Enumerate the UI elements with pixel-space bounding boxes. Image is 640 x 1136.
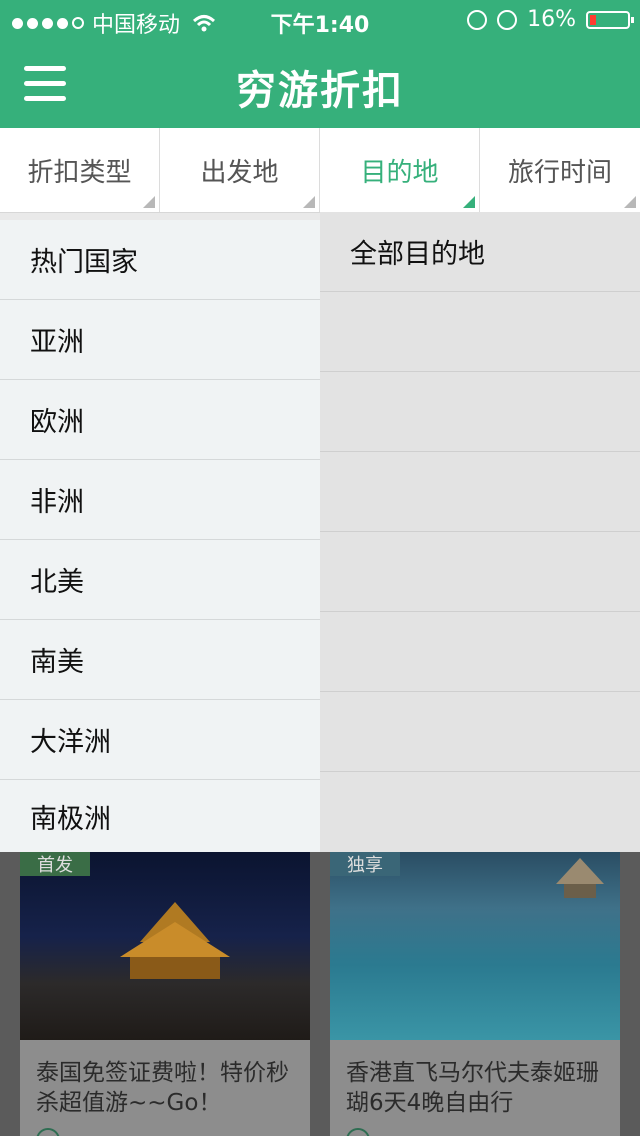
corner-triangle-icon (624, 196, 636, 208)
region-item-south-america[interactable]: 南美 (0, 620, 320, 700)
region-list: 热门国家 亚洲 欧洲 非洲 北美 南美 大洋洲 南极洲 (0, 220, 320, 852)
page-title: 穷游折扣 (236, 68, 404, 114)
region-label: 热门国家 (30, 247, 138, 278)
hut-illustration (556, 858, 604, 898)
region-label: 欧洲 (30, 407, 84, 438)
status-bar: 中国移动 下午1:40 16% (0, 0, 640, 40)
filter-bar: 折扣类型 出发地 目的地 旅行时间 (0, 128, 640, 213)
filter-tab-label: 折扣类型 (27, 157, 132, 188)
destination-dropdown: 热门国家 亚洲 欧洲 非洲 北美 南美 大洋洲 南极洲 全部目的地 (0, 212, 640, 852)
destination-label: 全部目的地 (350, 239, 485, 270)
deal-photo-temple (20, 852, 310, 1040)
deal-badge: 独享 (330, 852, 400, 876)
filter-tab-departure[interactable]: 出发地 (160, 128, 320, 212)
deal-list: 首发 泰国免签证费啦！特价秒杀超值游~~Go！ 独享 香港直飞马尔代夫泰姬珊瑚6… (0, 852, 640, 1136)
region-label: 非洲 (30, 487, 84, 518)
destination-item-empty (320, 692, 640, 772)
region-item-asia[interactable]: 亚洲 (0, 300, 320, 380)
region-label: 大洋洲 (30, 727, 111, 758)
corner-triangle-icon (303, 196, 315, 208)
destination-list: 全部目的地 (320, 212, 640, 852)
filter-tab-discount-type[interactable]: 折扣类型 (0, 128, 160, 212)
region-label: 南极洲 (30, 803, 111, 835)
destination-item-empty (320, 372, 640, 452)
region-label: 亚洲 (30, 327, 84, 358)
destination-item-all[interactable]: 全部目的地 (320, 212, 640, 292)
region-item-popular[interactable]: 热门国家 (0, 220, 320, 300)
corner-triangle-icon (143, 196, 155, 208)
rotation-lock-icon (467, 9, 488, 30)
filter-tab-label: 出发地 (200, 157, 279, 188)
region-item-europe[interactable]: 欧洲 (0, 380, 320, 460)
corner-triangle-icon (463, 196, 475, 208)
temple-illustration (120, 902, 230, 979)
deal-caption: 香港直飞马尔代夫泰姬珊瑚6天4晚自由行 (346, 1060, 599, 1116)
deal-badge: 首发 (20, 852, 90, 876)
destination-item-empty (320, 292, 640, 372)
destination-item-empty (320, 612, 640, 692)
filter-tab-label: 目的地 (360, 157, 439, 188)
destination-item-empty (320, 532, 640, 612)
region-item-north-america[interactable]: 北美 (0, 540, 320, 620)
region-item-oceania[interactable]: 大洋洲 (0, 700, 320, 780)
deal-meta-icon (346, 1128, 370, 1136)
deal-caption: 泰国免签证费啦！特价秒杀超值游~~Go！ (36, 1060, 289, 1116)
deal-meta-icon (36, 1128, 60, 1136)
deal-card[interactable]: 首发 泰国免签证费啦！特价秒杀超值游~~Go！ (20, 852, 310, 1136)
region-label: 北美 (30, 567, 84, 598)
battery-percent: 16% (527, 7, 576, 32)
deal-photo-sea (330, 852, 620, 1040)
filter-tab-label: 旅行时间 (507, 157, 612, 188)
battery-icon (586, 10, 634, 29)
region-item-antarctica[interactable]: 南极洲 (0, 780, 320, 852)
filter-tab-travel-time[interactable]: 旅行时间 (480, 128, 640, 212)
alarm-icon (497, 9, 518, 30)
filter-tab-destination[interactable]: 目的地 (320, 128, 480, 212)
region-label: 南美 (30, 647, 84, 678)
nav-bar: 穷游折扣 (0, 40, 640, 128)
deal-card[interactable]: 独享 香港直飞马尔代夫泰姬珊瑚6天4晚自由行 (330, 852, 620, 1136)
region-item-africa[interactable]: 非洲 (0, 460, 320, 540)
destination-item-empty (320, 452, 640, 532)
status-right: 16% (467, 7, 634, 32)
